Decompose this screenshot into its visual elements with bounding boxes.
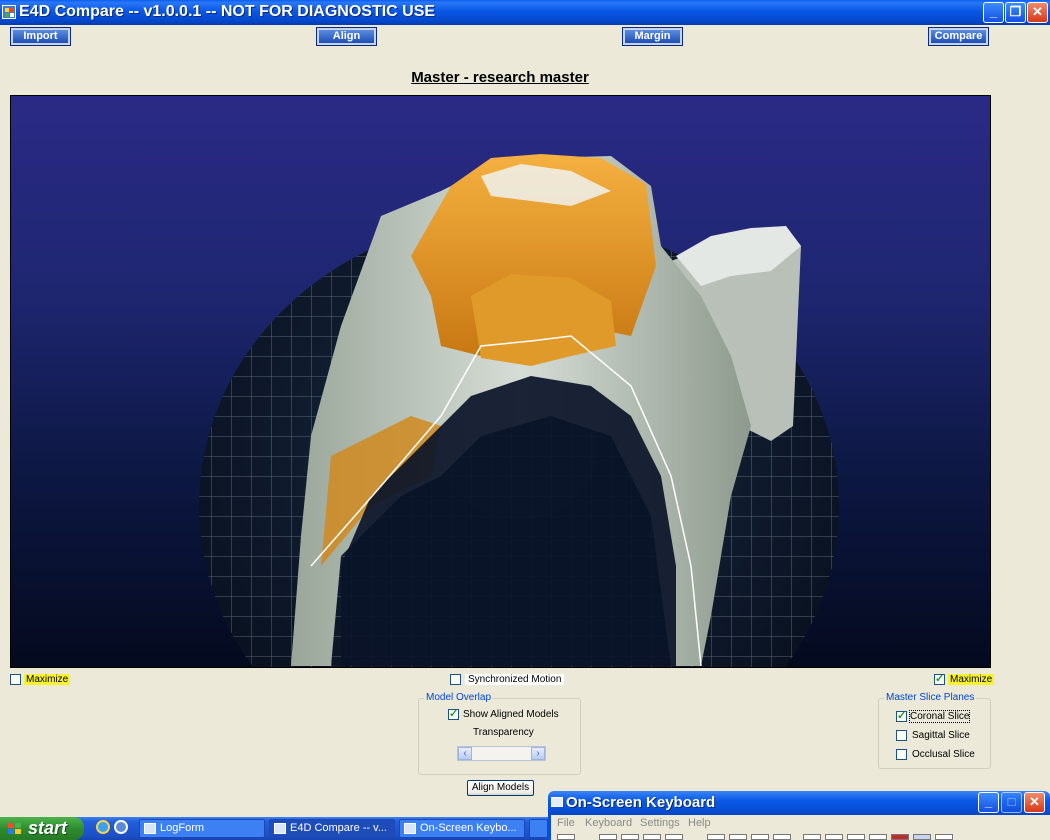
synchronized-motion-label: Synchronized Motion <box>465 674 565 685</box>
align-button[interactable]: Align <box>316 27 377 46</box>
osk-menu-settings[interactable]: Settings <box>640 817 680 829</box>
transparency-label: Transparency <box>473 727 534 738</box>
osk-key[interactable] <box>665 834 683 840</box>
osk-key[interactable] <box>891 834 909 840</box>
osk-key[interactable] <box>803 834 821 840</box>
window-icon <box>144 823 156 834</box>
osk-key[interactable] <box>847 834 865 840</box>
windows-logo-icon <box>8 823 21 835</box>
show-aligned-models-label: Show Aligned Models <box>463 709 559 720</box>
osk-key[interactable] <box>935 834 953 840</box>
taskbar-item-e4d-compare[interactable]: E4D Compare -- v... <box>269 819 395 838</box>
taskbar-item-label: E4D Compare -- v... <box>290 822 387 834</box>
osk-key[interactable] <box>621 834 639 840</box>
osk-key[interactable] <box>869 834 887 840</box>
synchronized-motion-checkbox[interactable] <box>450 674 461 685</box>
right-maximize-checkbox[interactable] <box>934 672 945 685</box>
osk-key[interactable] <box>557 834 575 840</box>
left-maximize-checkbox[interactable] <box>10 674 21 685</box>
osk-key[interactable] <box>707 834 725 840</box>
osk-key[interactable] <box>729 834 747 840</box>
osk-close-button[interactable]: ✕ <box>1024 792 1045 813</box>
model-overlap-legend: Model Overlap <box>424 692 494 703</box>
left-maximize-label: Maximize <box>24 674 71 685</box>
taskbar-item-overflow[interactable] <box>529 819 548 838</box>
window-title: E4D Compare -- v1.0.0.1 -- NOT FOR DIAGN… <box>19 3 436 20</box>
taskbar-item-logform[interactable]: LogForm <box>139 819 265 838</box>
osk-key[interactable] <box>751 834 769 840</box>
slice-planes-legend: Master Slice Planes <box>884 692 977 703</box>
close-button[interactable]: ✕ <box>1027 2 1048 23</box>
import-button[interactable]: Import <box>10 27 71 46</box>
quicklaunch-app-icon[interactable] <box>114 820 128 834</box>
3d-viewport[interactable] <box>10 95 991 668</box>
sagittal-slice-label: Sagittal Slice <box>912 730 970 741</box>
osk-menu-bar: File Keyboard Settings Help <box>548 815 1050 832</box>
coronal-slice-label: Coronal Slice <box>908 710 971 723</box>
minimize-button[interactable]: _ <box>983 2 1004 23</box>
coronal-slice-checkbox[interactable] <box>896 709 907 722</box>
view-title: Master - research master <box>411 69 589 86</box>
keyboard-icon <box>551 797 563 807</box>
app-icon[interactable] <box>2 5 16 19</box>
window-icon <box>274 823 286 834</box>
slider-right-arrow-icon[interactable]: › <box>531 747 545 760</box>
occlusal-slice-checkbox[interactable] <box>896 749 907 760</box>
compare-button[interactable]: Compare <box>928 27 989 46</box>
osk-menu-help[interactable]: Help <box>688 817 711 829</box>
osk-key[interactable] <box>825 834 843 840</box>
slider-left-arrow-icon[interactable]: ‹ <box>458 747 472 760</box>
dental-model-render <box>199 154 839 667</box>
keyboard-icon <box>404 823 416 834</box>
osk-key-row <box>548 832 1050 840</box>
taskbar-item-label: On-Screen Keybo... <box>420 822 517 834</box>
osk-title: On-Screen Keyboard <box>566 794 716 811</box>
osk-key[interactable] <box>913 834 931 840</box>
margin-button[interactable]: Margin <box>622 27 683 46</box>
right-maximize-label: Maximize <box>948 674 995 685</box>
align-models-button[interactable]: Align Models <box>467 780 534 796</box>
osk-minimize-button[interactable]: _ <box>978 792 999 813</box>
restore-button[interactable]: ❐ <box>1005 2 1026 23</box>
internet-explorer-icon[interactable] <box>96 820 110 834</box>
osk-key[interactable] <box>773 834 791 840</box>
taskbar-item-label: LogForm <box>160 822 205 834</box>
osk-maximize-button[interactable]: □ <box>1001 792 1022 813</box>
transparency-slider[interactable]: ‹ › <box>457 746 546 761</box>
sagittal-slice-checkbox[interactable] <box>896 730 907 741</box>
osk-key[interactable] <box>599 834 617 840</box>
occlusal-slice-label: Occlusal Slice <box>912 749 975 760</box>
osk-menu-file[interactable]: File <box>557 817 575 829</box>
taskbar-item-on-screen-keyboard[interactable]: On-Screen Keybo... <box>399 819 525 838</box>
show-aligned-models-checkbox[interactable] <box>448 707 459 720</box>
osk-menu-keyboard[interactable]: Keyboard <box>585 817 632 829</box>
start-label: start <box>28 818 68 838</box>
osk-key[interactable] <box>643 834 661 840</box>
